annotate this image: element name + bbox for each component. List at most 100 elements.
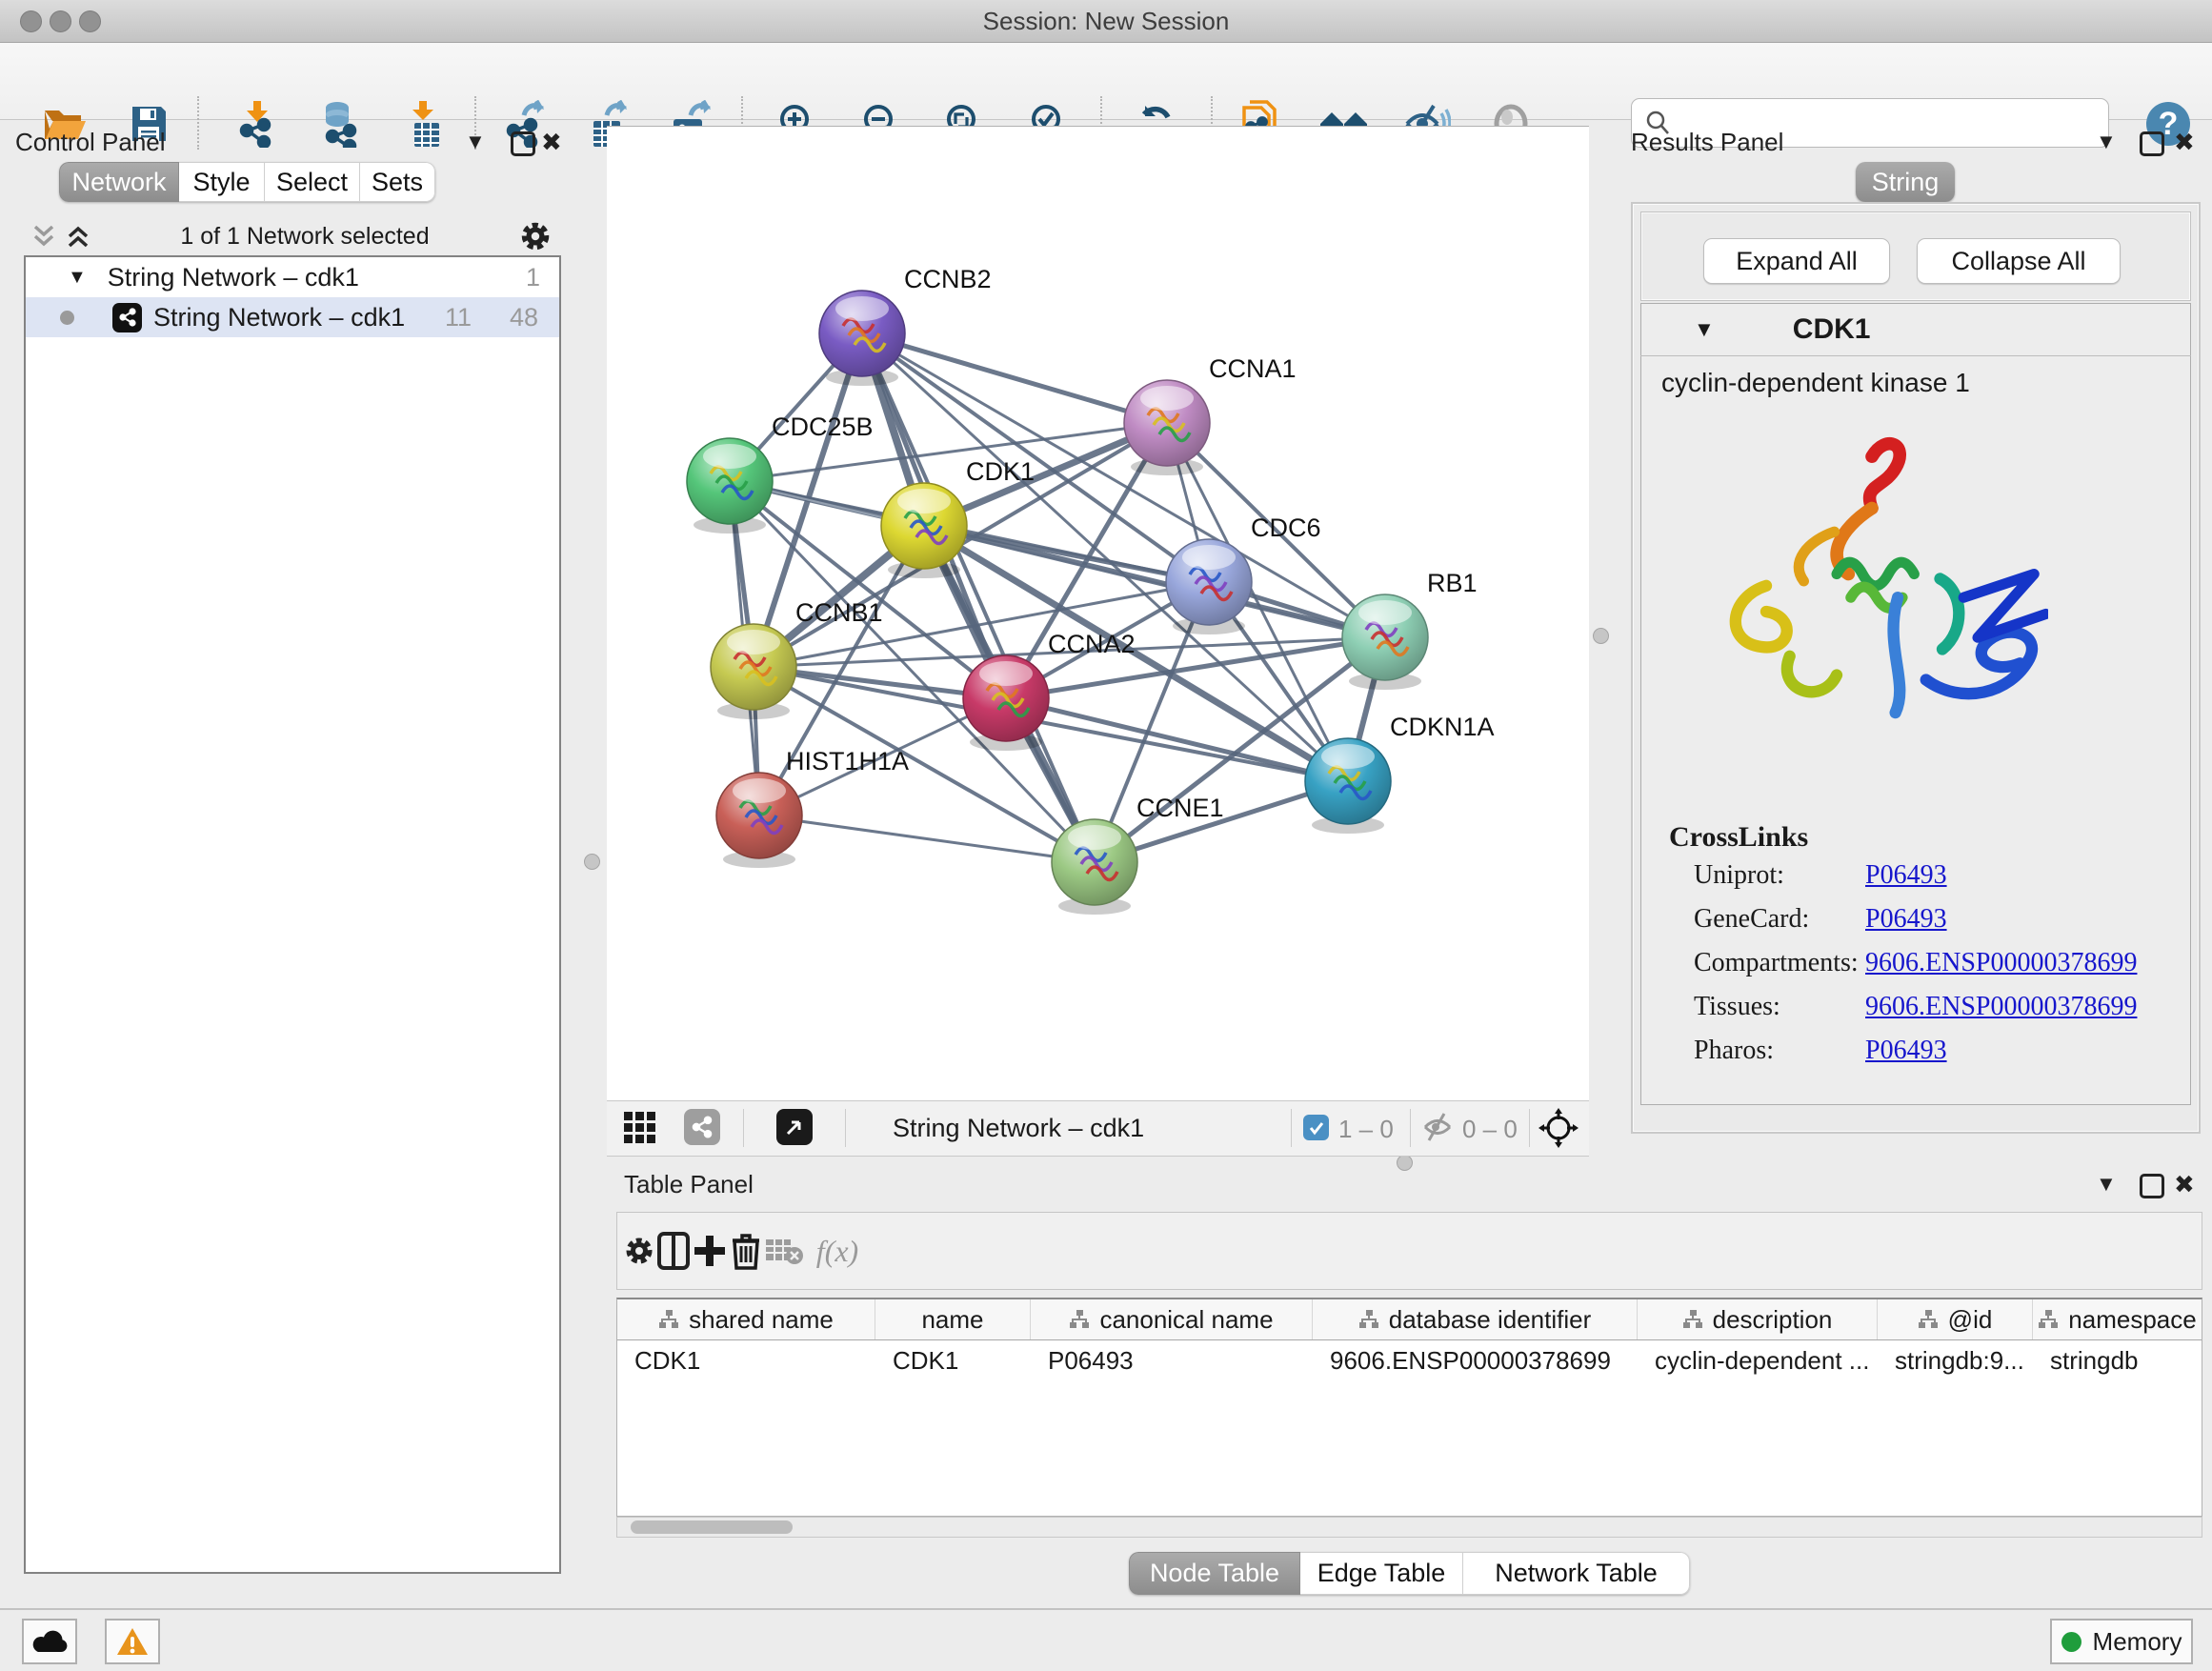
bottom-splitter-handle[interactable] (1397, 1155, 1413, 1171)
delete-table-icon[interactable] (762, 1213, 806, 1289)
table-panel-close-icon[interactable]: ✖ (2174, 1170, 2195, 1199)
column-type-icon (1069, 1309, 1090, 1330)
node-label-cdk1: CDK1 (966, 457, 1035, 486)
table-panel-title: Table Panel (624, 1170, 754, 1199)
tab-sets[interactable]: Sets (360, 162, 435, 202)
cell-name[interactable]: CDK1 (875, 1346, 1031, 1376)
import-table-file-button[interactable] (398, 98, 452, 150)
column-header-database-identifier[interactable]: database identifier (1313, 1299, 1638, 1339)
network-row-selected[interactable]: String Network – cdk1 11 48 (26, 297, 559, 337)
scrollbar-thumb[interactable] (631, 1520, 793, 1534)
toolbar-separator (1410, 1109, 1411, 1147)
import-network-file-button[interactable] (231, 98, 284, 150)
tree-expand-icon[interactable]: ▼ (68, 267, 87, 289)
left-splitter-handle[interactable] (584, 854, 600, 870)
table-panel-float-icon[interactable] (2140, 1174, 2164, 1198)
network-node-count: 11 (445, 303, 472, 332)
results-panel-float-icon[interactable] (2140, 131, 2164, 156)
table-row[interactable]: CDK1 CDK1 P06493 9606.ENSP00000378699 cy… (617, 1340, 2202, 1380)
crosslink-pharos-link[interactable]: P06493 (1865, 1036, 1947, 1066)
tab-string[interactable]: String (1856, 162, 1955, 202)
node-label-ccne1: CCNE1 (1136, 794, 1224, 822)
cell-description[interactable]: cyclin-dependent ... (1638, 1346, 1878, 1376)
cell-shared-name[interactable]: CDK1 (617, 1346, 875, 1376)
network-status-dot (60, 311, 74, 325)
warnings-button[interactable] (105, 1619, 160, 1664)
tab-select[interactable]: Select (265, 162, 360, 202)
cloud-status-button[interactable] (22, 1619, 77, 1664)
selected-checkbox-icon[interactable] (1303, 1115, 1329, 1140)
expand-all-icon[interactable] (64, 223, 92, 250)
node-label-hist1h1a: HIST1H1A (786, 747, 909, 775)
grid-view-icon[interactable] (623, 1111, 657, 1152)
network-node-rb1[interactable]: RB1 (1342, 569, 1478, 690)
collapse-all-icon[interactable] (30, 223, 58, 250)
table-horizontal-scrollbar[interactable] (616, 1517, 2202, 1538)
hidden-eye-slash-icon[interactable] (1421, 1112, 1454, 1149)
network-node-ccna1[interactable]: CCNA1 (1124, 354, 1297, 475)
table-panel-collapse-icon[interactable]: ▼ (2096, 1172, 2117, 1197)
column-header-name[interactable]: name (875, 1299, 1031, 1339)
network-node-hist1h1a[interactable]: HIST1H1A (716, 747, 909, 868)
birds-eye-view-icon[interactable] (776, 1109, 813, 1145)
crosslink-uniprot-link[interactable]: P06493 (1865, 860, 1947, 891)
expand-all-button[interactable]: Expand All (1703, 238, 1890, 284)
network-graph[interactable]: CCNB2CCNA1CDC25BCDK1CDC6RB1CCNB1CCNA2CDK… (607, 127, 1589, 1101)
memory-button[interactable]: Memory (2050, 1619, 2193, 1664)
tab-network-table[interactable]: Network Table (1463, 1552, 1690, 1595)
cell-database-identifier[interactable]: 9606.ENSP00000378699 (1313, 1346, 1638, 1376)
tab-network[interactable]: Network (59, 162, 179, 202)
column-header-shared-name[interactable]: shared name (617, 1299, 875, 1339)
results-panel-close-icon[interactable]: ✖ (2174, 128, 2195, 157)
gene-section-header[interactable]: ▼ CDK1 (1640, 303, 2191, 356)
function-builder-fx[interactable]: f(x) (804, 1213, 871, 1289)
tab-style[interactable]: Style (179, 162, 265, 202)
node-label-ccnb2: CCNB2 (904, 265, 992, 293)
node-table: shared name name canonical name database… (616, 1298, 2202, 1517)
network-view-title: String Network – cdk1 (893, 1114, 1144, 1143)
network-share-view-icon[interactable] (684, 1109, 720, 1145)
column-header-namespace[interactable]: namespace (2033, 1299, 2202, 1339)
crosslink-tissues-link[interactable]: 9606.ENSP00000378699 (1865, 992, 2137, 1022)
fit-selected-crosshair-icon[interactable] (1538, 1108, 1579, 1155)
memory-label: Memory (2093, 1627, 2182, 1657)
memory-status-dot (2061, 1632, 2081, 1652)
crosslink-row: Compartments:9606.ENSP00000378699 (1631, 941, 2193, 985)
tab-node-table[interactable]: Node Table (1129, 1552, 1300, 1595)
import-network-icon (234, 100, 280, 148)
control-panel-close-icon[interactable]: ✖ (541, 128, 562, 157)
crosslink-compartments-link[interactable]: 9606.ENSP00000378699 (1865, 948, 2137, 978)
main-toolbar: ? (0, 43, 2212, 120)
crosslinks-list: Uniprot:P06493 GeneCard:P06493 Compartme… (1631, 854, 2193, 1073)
network-collection-row[interactable]: ▼ String Network – cdk1 1 (26, 257, 559, 297)
crosslink-genecard-link[interactable]: P06493 (1865, 904, 1947, 935)
right-splitter-handle[interactable] (1593, 628, 1609, 644)
import-network-database-button[interactable] (312, 98, 365, 150)
column-type-icon (2038, 1309, 2059, 1330)
column-header-description[interactable]: description (1638, 1299, 1878, 1339)
gene-collapse-icon[interactable]: ▼ (1694, 317, 1715, 342)
network-node-cdkn1a[interactable]: CDKN1A (1305, 713, 1495, 834)
cell-id[interactable]: stringdb:9... (1878, 1346, 2033, 1376)
results-panel-collapse-icon[interactable]: ▼ (2096, 130, 2117, 154)
node-label-ccnb1: CCNB1 (795, 598, 883, 627)
control-panel-float-icon[interactable] (511, 131, 535, 156)
tab-edge-table[interactable]: Edge Table (1300, 1552, 1463, 1595)
string-network-icon (112, 303, 142, 332)
collapse-all-button[interactable]: Collapse All (1917, 238, 2121, 284)
network-row-label: String Network – cdk1 (153, 303, 405, 332)
network-options-gear-icon[interactable] (517, 218, 553, 254)
network-node-ccnb2[interactable]: CCNB2 (819, 265, 992, 386)
status-bar: Memory (0, 1608, 2212, 1671)
node-label-cdkn1a: CDKN1A (1390, 713, 1495, 741)
network-canvas[interactable]: CCNB2CCNA1CDC25BCDK1CDC6RB1CCNB1CCNA2CDK… (607, 126, 1589, 1101)
gene-description: cyclin-dependent kinase 1 (1661, 368, 1970, 398)
column-header-canonical-name[interactable]: canonical name (1031, 1299, 1313, 1339)
column-header-id[interactable]: @id (1878, 1299, 2033, 1339)
cell-canonical-name[interactable]: P06493 (1031, 1346, 1313, 1376)
cloud-icon (31, 1628, 68, 1655)
cell-namespace[interactable]: stringdb (2033, 1346, 2202, 1376)
crosslink-label: Tissues: (1631, 992, 1865, 1022)
control-panel-collapse-icon[interactable]: ▼ (465, 130, 486, 154)
network-node-ccne1[interactable]: CCNE1 (1052, 794, 1224, 915)
